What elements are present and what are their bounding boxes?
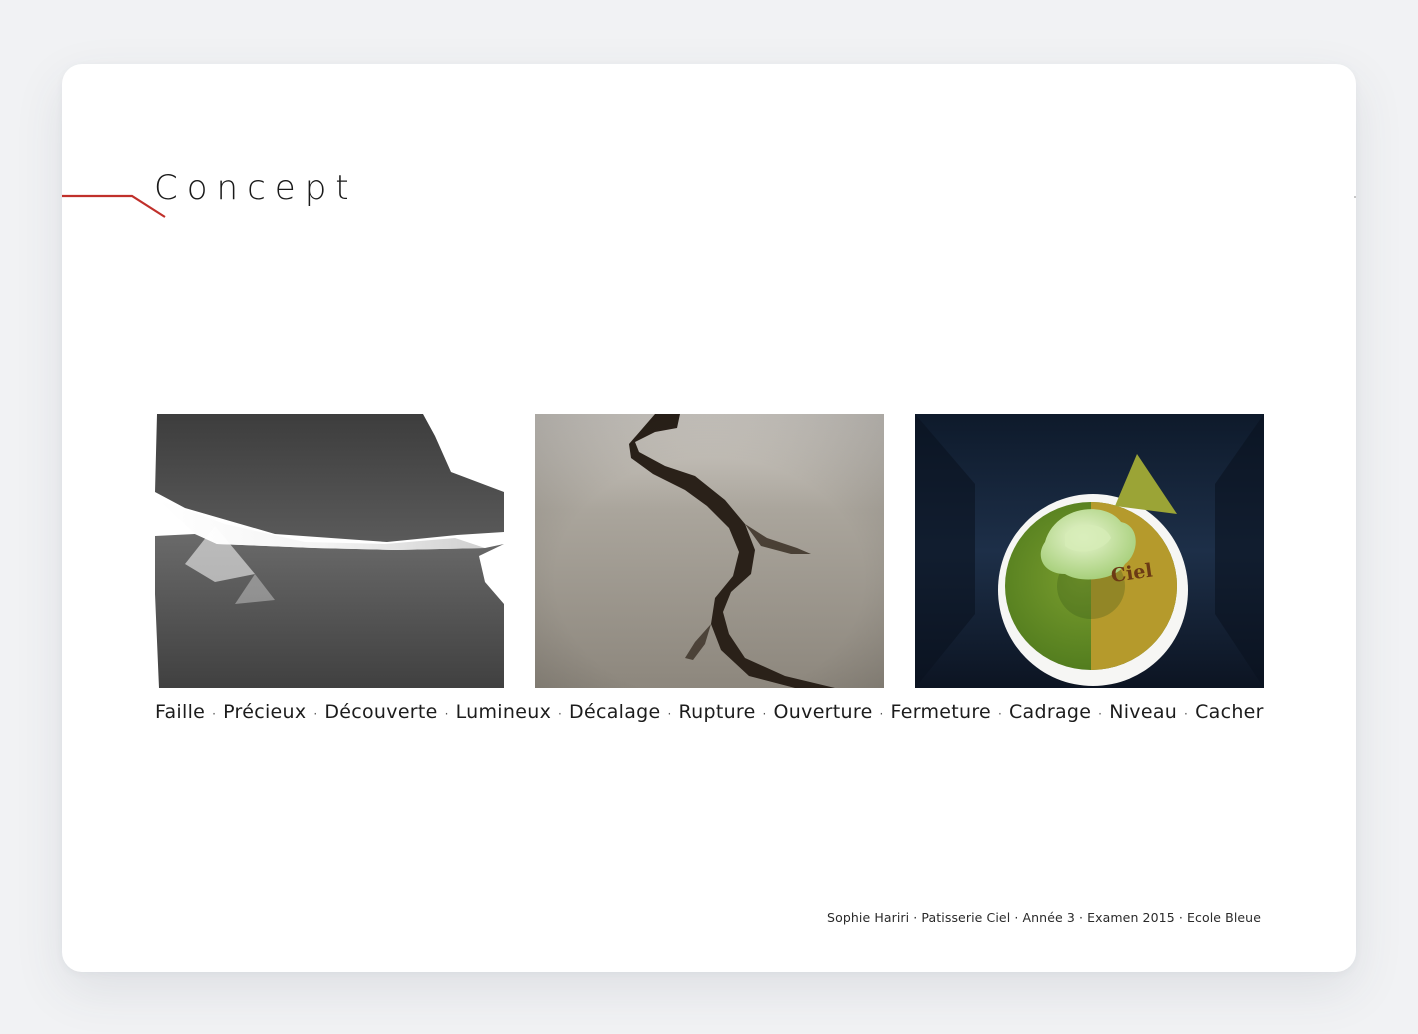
- keyword: Décalage: [569, 701, 661, 723]
- keyword: Fermeture: [890, 701, 992, 723]
- keyword-separator: ·: [1098, 707, 1103, 721]
- keyword: Découverte: [324, 701, 438, 723]
- keyword-separator: ·: [313, 707, 318, 721]
- keyword-separator: ·: [667, 707, 672, 721]
- keyword: Cadrage: [1008, 701, 1092, 723]
- edge-marker: [1354, 196, 1356, 198]
- matcha-cake-image: Ciel: [915, 414, 1264, 688]
- keyword-separator: ·: [1184, 707, 1189, 721]
- footer-credits: Sophie Hariri · Patisserie Ciel · Année …: [827, 910, 1261, 925]
- image-strip: Ciel: [155, 414, 1264, 688]
- keyword-separator: ·: [997, 707, 1003, 721]
- keyword-separator: ·: [879, 707, 884, 721]
- cracked-ground-image: [535, 414, 884, 688]
- keyword: Cacher: [1195, 701, 1264, 723]
- concept-slide: Concept Ciel Faille · Précieux · Découve…: [62, 64, 1356, 972]
- keyword-separator: ·: [762, 707, 767, 721]
- page-title: Concept: [154, 168, 358, 208]
- folded-stone-fault-image: [155, 414, 504, 688]
- keyword: Lumineux: [455, 701, 552, 723]
- keyword-separator: ·: [558, 707, 563, 721]
- keyword: Précieux: [223, 701, 307, 723]
- keyword: Niveau: [1109, 701, 1178, 723]
- keyword-separator: ·: [212, 707, 217, 721]
- keyword: Rupture: [678, 701, 756, 723]
- concept-keywords: Faille · Précieux · Découverte · Lumineu…: [155, 701, 1264, 723]
- keyword: Faille: [155, 701, 206, 723]
- keyword-separator: ·: [444, 707, 449, 721]
- keyword: Ouverture: [773, 701, 873, 723]
